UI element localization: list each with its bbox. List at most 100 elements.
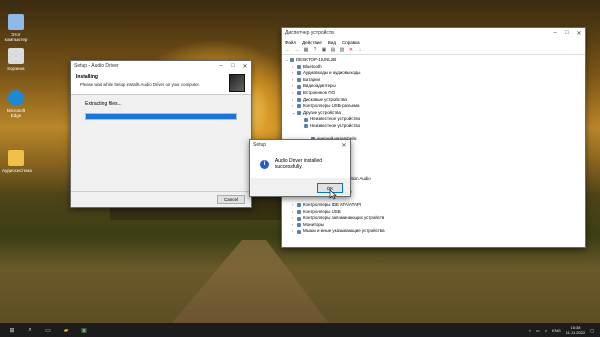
start-icon[interactable]: ⊞ bbox=[6, 325, 18, 335]
tree-row[interactable]: › Мониторы bbox=[285, 222, 582, 229]
dialog-titlebar[interactable]: Setup ✕ bbox=[250, 140, 350, 150]
menu-help[interactable]: Справка bbox=[342, 40, 360, 45]
maximize-button[interactable]: □ bbox=[561, 28, 573, 38]
menu-bar: Файл Действие Вид Справка bbox=[282, 38, 585, 46]
tree-row-label: Батареи bbox=[303, 76, 320, 82]
tree-row[interactable] bbox=[285, 130, 582, 137]
tree-row[interactable]: ⌄ DESKTOP-1IUNL2B bbox=[285, 57, 582, 64]
device-icon bbox=[297, 91, 301, 96]
setup-titlebar[interactable]: Setup - Audio Driver – □ ✕ bbox=[71, 61, 251, 71]
language-indicator[interactable]: ENG bbox=[552, 328, 561, 333]
tree-row-label: Мониторы bbox=[303, 221, 325, 227]
close-button[interactable]: ✕ bbox=[239, 61, 251, 71]
device-icon bbox=[297, 229, 301, 234]
dialog-title: Setup bbox=[253, 142, 267, 148]
search-icon[interactable]: ⌕ bbox=[24, 325, 36, 335]
clock[interactable]: 15:38 11.11.2022 bbox=[566, 325, 585, 335]
tree-row[interactable]: ⌄ Другие устройства bbox=[285, 110, 582, 117]
device-manager-window: Диспетчер устройств – □ ✕ Файл Действие … bbox=[281, 27, 586, 248]
window-title: Setup - Audio Driver bbox=[74, 63, 119, 69]
download-icon[interactable]: ↓ bbox=[357, 47, 363, 53]
progress-bar bbox=[85, 113, 237, 120]
tree-row[interactable]: › Встроенное ПО bbox=[285, 90, 582, 97]
tree-row-label: Bluetooth bbox=[303, 63, 322, 69]
recycle-bin-icon bbox=[8, 48, 24, 64]
help-icon[interactable]: ? bbox=[312, 47, 318, 53]
tree-row-label: Контроллеры запоминающих устройств bbox=[303, 215, 385, 221]
menu-file[interactable]: Файл bbox=[285, 40, 296, 45]
close-button[interactable]: ✕ bbox=[338, 140, 350, 150]
device-icon bbox=[297, 84, 301, 89]
desktop-icon-folder[interactable]: Аудиосистема bbox=[2, 150, 32, 173]
setup-status: Extracting files... bbox=[85, 101, 122, 107]
toolbar: ← → ▦ ? ▣ ▤ ▧ ✕ ↓ bbox=[282, 46, 585, 55]
network-icon[interactable]: ▭ bbox=[536, 328, 540, 333]
tree-row[interactable]: › Контроллеры IDE ATA/ATAPI bbox=[285, 202, 582, 209]
tree-row[interactable]: › Bluetooth bbox=[285, 64, 582, 71]
scan-hardware-icon[interactable]: ▤ bbox=[330, 47, 336, 53]
tree-row[interactable]: › Дисковые устройства bbox=[285, 97, 582, 104]
device-icon bbox=[304, 124, 308, 129]
task-view-icon[interactable]: ▭ bbox=[42, 325, 54, 335]
tree-row[interactable]: › Мыши и иные указывающие устройства bbox=[285, 228, 582, 235]
tree-row-label: Аудиовходы и аудиовыходы bbox=[303, 70, 361, 76]
tree-row[interactable]: › Аудиовходы и аудиовыходы bbox=[285, 70, 582, 77]
window-title: Диспетчер устройств bbox=[285, 30, 334, 36]
tree-row[interactable]: › Видеоадаптеры bbox=[285, 83, 582, 90]
device-icon bbox=[297, 97, 301, 102]
folder-icon bbox=[8, 150, 24, 166]
notifications-icon[interactable]: ▢ bbox=[590, 328, 594, 333]
device-icon bbox=[297, 64, 301, 69]
tree-row[interactable]: › Контроллеры USB-разъема bbox=[285, 103, 582, 110]
close-button[interactable]: ✕ bbox=[573, 28, 585, 38]
maximize-button[interactable]: □ bbox=[227, 61, 239, 71]
tree-row[interactable]: › Батареи bbox=[285, 77, 582, 84]
tree-row-label: Дисковые устройства bbox=[303, 96, 347, 102]
minimize-button[interactable]: – bbox=[549, 28, 561, 38]
desktop-icon-label: Аудиосистема bbox=[2, 168, 32, 173]
device-icon bbox=[297, 216, 301, 221]
mouse-cursor-icon bbox=[329, 189, 337, 200]
tree-row-label: Видеоадаптеры bbox=[303, 83, 336, 89]
clock-date: 11.11.2022 bbox=[565, 330, 586, 335]
properties-icon[interactable]: ▦ bbox=[303, 47, 309, 53]
menu-view[interactable]: Вид bbox=[328, 40, 336, 45]
device-icon bbox=[297, 78, 301, 83]
back-icon[interactable]: ← bbox=[285, 47, 291, 53]
progress-fill bbox=[86, 114, 236, 119]
device-icon bbox=[297, 209, 301, 214]
tree-row[interactable]: › Контроллеры запоминающих устройств bbox=[285, 215, 582, 222]
cancel-button[interactable]: Cancel bbox=[217, 195, 245, 204]
desktop-icon-label: Этот компьютер bbox=[4, 32, 28, 42]
desktop-icon-label: Корзина bbox=[7, 66, 25, 71]
uninstall-icon[interactable]: ✕ bbox=[348, 47, 354, 53]
computer-icon bbox=[8, 14, 24, 30]
tree-row[interactable]: Неизвестное устройство bbox=[285, 123, 582, 130]
tree-row[interactable]: › Контроллеры USB bbox=[285, 209, 582, 216]
file-explorer-icon[interactable]: ▰ bbox=[60, 325, 72, 335]
setup-taskbar-icon[interactable]: ▣ bbox=[78, 325, 90, 335]
minimize-button[interactable]: – bbox=[215, 61, 227, 71]
forward-icon[interactable]: → bbox=[294, 47, 300, 53]
desktop-icon-computer[interactable]: Этот компьютер bbox=[2, 14, 30, 42]
setup-footer: Cancel bbox=[71, 191, 251, 207]
device-icon bbox=[297, 223, 301, 228]
update-driver-icon[interactable]: ▣ bbox=[321, 47, 327, 53]
desktop-icon-recycle-bin[interactable]: Корзина bbox=[2, 48, 30, 71]
tree-row-label: Встроенное ПО bbox=[303, 89, 335, 95]
dialog-body: i Audio Driver installed successfully. bbox=[250, 150, 350, 178]
volume-icon[interactable]: ◖ bbox=[545, 328, 547, 333]
desktop-icon-edge[interactable]: Microsoft Edge bbox=[2, 90, 30, 118]
menu-action[interactable]: Действие bbox=[302, 40, 322, 45]
tree-row-label: Другие устройства bbox=[303, 109, 341, 115]
tree-row[interactable]: Неизвестное устройство bbox=[285, 116, 582, 123]
chevron-up-icon[interactable]: ˄ bbox=[529, 328, 531, 333]
devmgr-titlebar[interactable]: Диспетчер устройств – □ ✕ bbox=[282, 28, 585, 38]
tree-row-label: Неизвестное устройство bbox=[310, 116, 361, 122]
disable-device-icon[interactable]: ▧ bbox=[339, 47, 345, 53]
device-icon bbox=[290, 58, 294, 63]
tree-row-label: Контроллеры USB bbox=[303, 208, 341, 214]
setup-logo-icon bbox=[229, 74, 245, 92]
tree-row-label: Контроллеры USB-разъема bbox=[303, 103, 360, 109]
setup-subheading: Please wait while Setup installs Audio D… bbox=[80, 82, 200, 87]
